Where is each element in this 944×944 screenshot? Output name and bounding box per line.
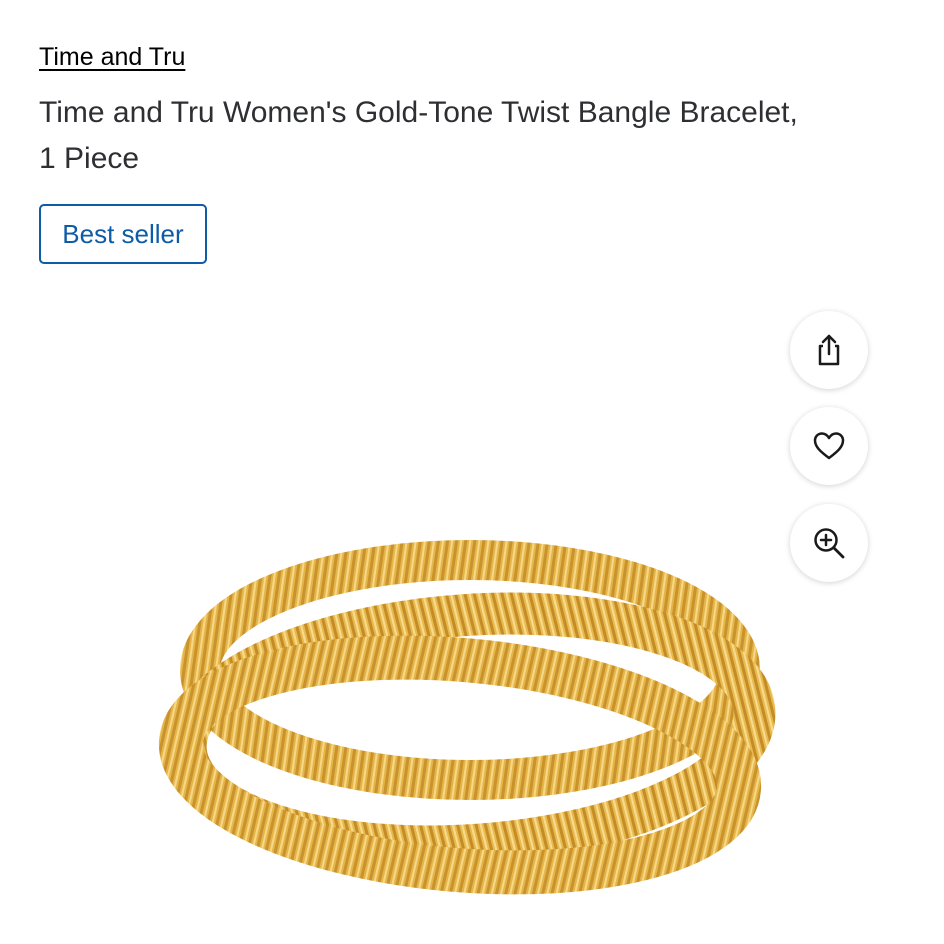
favorite-button[interactable] — [790, 407, 868, 485]
product-title: Time and Tru Women's Gold-Tone Twist Ban… — [39, 90, 879, 182]
share-button[interactable] — [790, 311, 868, 389]
best-seller-badge: Best seller — [39, 204, 207, 264]
product-image-area[interactable] — [0, 290, 944, 944]
share-icon — [818, 334, 840, 366]
heart-icon — [813, 432, 845, 460]
zoom-in-icon — [814, 528, 845, 559]
product-title-line-2: 1 Piece — [39, 142, 140, 175]
brand-link[interactable]: Time and Tru — [39, 42, 185, 72]
product-title-line-1: Time and Tru Women's Gold-Tone Twist Ban… — [39, 96, 798, 129]
zoom-button[interactable] — [790, 504, 868, 582]
bracelet-image[interactable] — [140, 520, 800, 900]
